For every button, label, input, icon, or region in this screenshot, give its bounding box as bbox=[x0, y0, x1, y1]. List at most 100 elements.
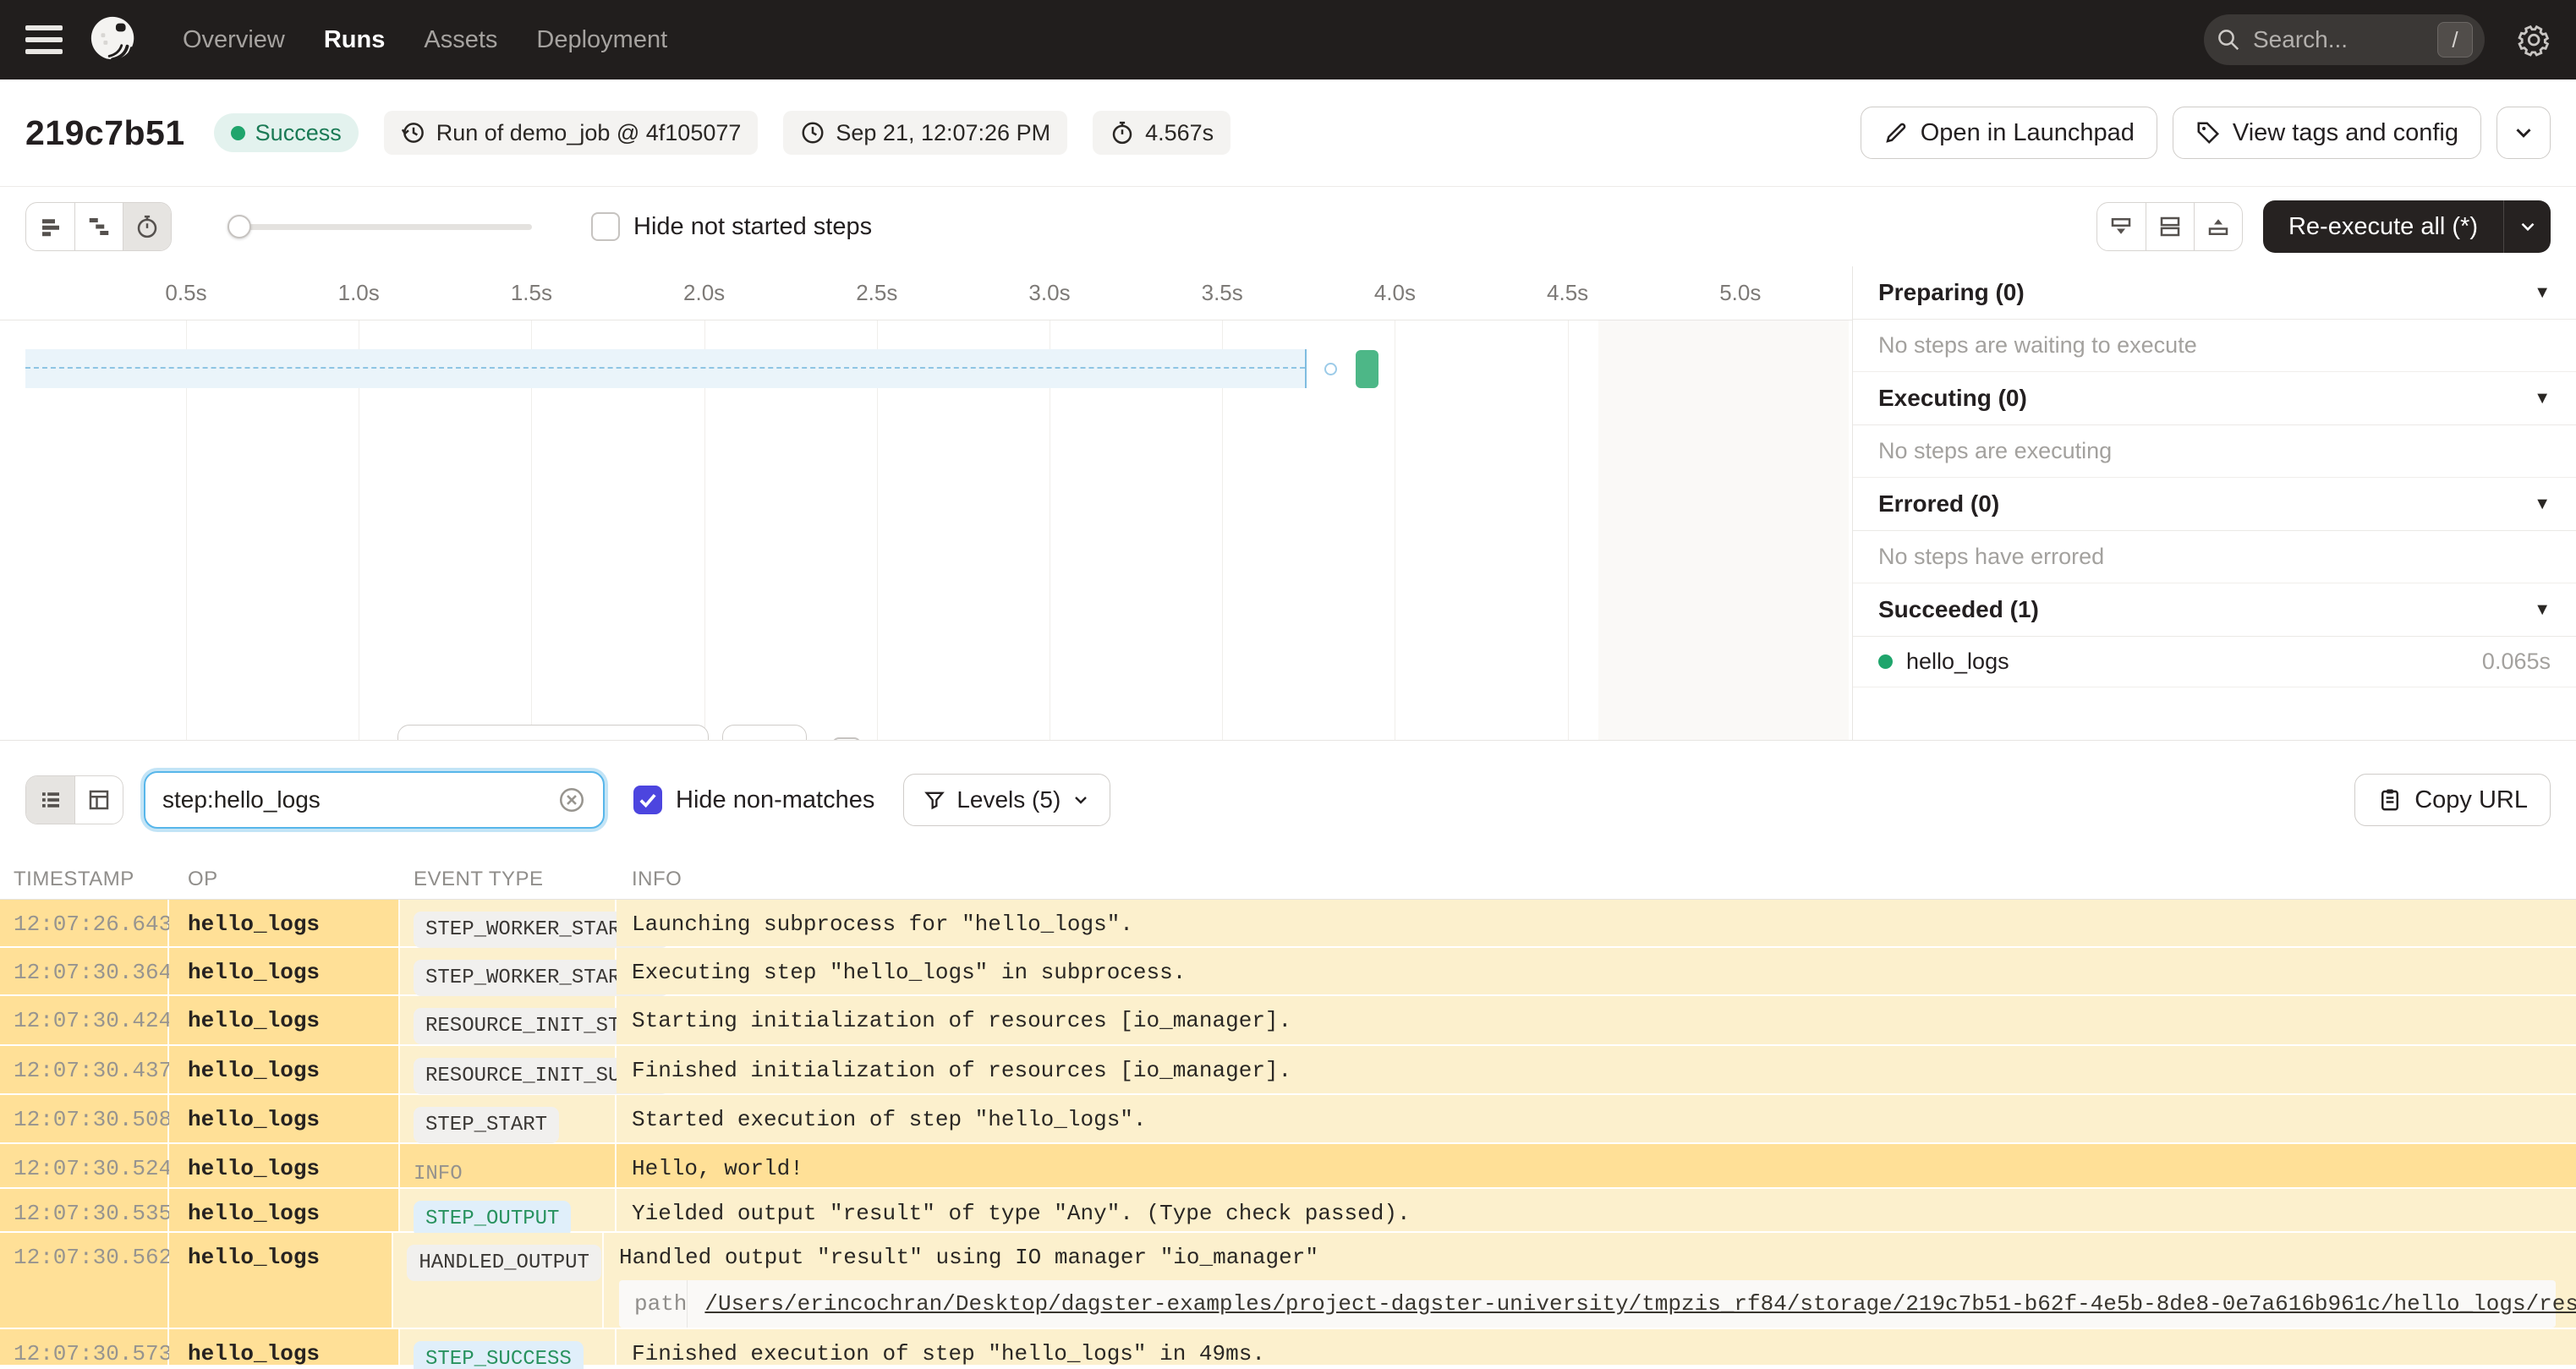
step-subset-input[interactable] bbox=[397, 725, 723, 740]
event-type-chip: STEP_SUCCESS bbox=[414, 1341, 584, 1369]
log-timestamp: 12:07:30.535 bbox=[0, 1189, 172, 1231]
log-row[interactable]: 12:07:30.424 hello_logs RESOURCE_INIT_ST… bbox=[0, 996, 2576, 1046]
axis-tick-label: 1.5s bbox=[510, 280, 552, 305]
column-header: OP bbox=[188, 867, 218, 890]
section-header[interactable]: Succeeded (1) ▼ bbox=[1853, 583, 2576, 637]
log-row[interactable]: 12:07:30.562 hello_logs HANDLED_OUTPUT H… bbox=[0, 1233, 2576, 1329]
menu-icon[interactable] bbox=[25, 25, 63, 54]
axis-tick-label: 0.5s bbox=[165, 280, 207, 305]
search-placeholder: Search... bbox=[2253, 26, 2349, 52]
gantt-waterfall-view-button[interactable] bbox=[74, 203, 123, 250]
log-table-header: TIMESTAMP OP EVENT TYPE INFO bbox=[0, 859, 2576, 900]
gantt-zoom-slider[interactable] bbox=[227, 215, 532, 238]
levels-dropdown-button[interactable]: Levels (5) bbox=[903, 774, 1111, 826]
section-empty-text: No steps are waiting to execute bbox=[1853, 320, 2576, 372]
gantt-plot-area: Hide unselected steps bbox=[0, 320, 1852, 740]
log-event-type: STEP_WORKER_STARTI… bbox=[400, 900, 669, 948]
succeeded-step-row[interactable]: hello_logs 0.065s bbox=[1853, 637, 2576, 687]
path-label: path bbox=[619, 1280, 688, 1328]
log-timestamp: 12:07:26.643 bbox=[0, 900, 172, 946]
log-event-type: STEP_OUTPUT bbox=[400, 1189, 617, 1237]
nav-link-overview[interactable]: Overview bbox=[183, 26, 285, 54]
log-timestamp: 12:07:30.437 bbox=[0, 1046, 172, 1093]
axis-tick-label: 1.0s bbox=[337, 280, 380, 305]
section-title: Succeeded (1) bbox=[1878, 596, 2039, 622]
run-more-actions-button[interactable] bbox=[2497, 107, 2551, 159]
clipboard-icon bbox=[2377, 787, 2403, 813]
gantt-flat-view-button[interactable] bbox=[26, 203, 74, 250]
log-list-view-button[interactable] bbox=[26, 776, 74, 824]
hide-not-started-checkbox[interactable] bbox=[591, 212, 620, 241]
dagster-logo-icon[interactable] bbox=[88, 14, 140, 66]
log-filter-input[interactable] bbox=[144, 771, 605, 829]
graph-query-toggle-button[interactable] bbox=[722, 725, 807, 740]
log-row[interactable]: 12:07:30.508 hello_logs STEP_START Start… bbox=[0, 1095, 2576, 1144]
clear-filter-icon[interactable] bbox=[557, 786, 586, 814]
slider-knob[interactable] bbox=[227, 215, 251, 238]
nav-link-assets[interactable]: Assets bbox=[424, 26, 497, 54]
step-marker-circle[interactable] bbox=[1324, 363, 1337, 375]
axis-tick-label: 2.0s bbox=[683, 280, 726, 305]
open-in-launchpad-button[interactable]: Open in Launchpad bbox=[1860, 107, 2157, 159]
hide-non-matches-checkbox[interactable] bbox=[633, 786, 662, 814]
copy-url-button[interactable]: Copy URL bbox=[2354, 774, 2551, 826]
tag-icon bbox=[2195, 120, 2221, 145]
log-op: hello_logs bbox=[169, 1189, 400, 1231]
step-bar-hello-logs[interactable] bbox=[1356, 350, 1378, 388]
log-row[interactable]: 12:07:30.573 hello_logs STEP_SUCCESS Fin… bbox=[0, 1329, 2576, 1369]
log-row[interactable]: 12:07:30.364 hello_logs STEP_WORKER_STAR… bbox=[0, 948, 2576, 996]
log-row[interactable]: 12:07:26.643 hello_logs STEP_WORKER_STAR… bbox=[0, 900, 2576, 948]
log-op: hello_logs bbox=[169, 948, 400, 994]
event-type-chip: STEP_OUTPUT bbox=[414, 1201, 572, 1237]
gridline bbox=[1567, 320, 1569, 740]
split-panels-button[interactable] bbox=[2145, 203, 2194, 250]
view-tags-config-button[interactable]: View tags and config bbox=[2172, 107, 2481, 159]
log-timestamp: 12:07:30.364 bbox=[0, 948, 172, 994]
run-tag[interactable]: Run of demo_job @ 4f105077 bbox=[383, 111, 759, 155]
log-structured-view-button[interactable] bbox=[74, 776, 123, 824]
collapse-triangle-icon[interactable]: ▼ bbox=[2534, 600, 2551, 620]
reexecute-all-button[interactable]: Re-execute all (*) bbox=[2262, 200, 2551, 253]
run-tag[interactable]: Sep 21, 12:07:26 PM bbox=[783, 111, 1068, 155]
axis-tick-label: 3.0s bbox=[1028, 280, 1071, 305]
path-link[interactable]: /Users/erincochran/Desktop/dagster-examp… bbox=[704, 1291, 2576, 1317]
log-event-type: STEP_START bbox=[400, 1095, 617, 1143]
panel-layout-group bbox=[2096, 202, 2243, 251]
log-event-type: STEP_WORKER_STARTED bbox=[400, 948, 669, 996]
section-header[interactable]: Executing (0) ▼ bbox=[1853, 372, 2576, 425]
log-op: hello_logs bbox=[169, 1046, 400, 1093]
log-timestamp: 12:07:30.524 bbox=[0, 1144, 172, 1187]
expand-top-panel-button[interactable] bbox=[2193, 203, 2242, 250]
log-info: Hello, world! bbox=[617, 1144, 2576, 1187]
section-header[interactable]: Preparing (0) ▼ bbox=[1853, 266, 2576, 320]
reexecute-dropdown-button[interactable] bbox=[2503, 200, 2551, 253]
log-timestamp: 12:07:30.424 bbox=[0, 996, 172, 1044]
expand-bottom-panel-button[interactable] bbox=[2097, 203, 2146, 250]
log-table-rows: 12:07:26.643 hello_logs STEP_WORKER_STAR… bbox=[0, 900, 2576, 1369]
run-id-title: 219c7b51 bbox=[25, 112, 185, 152]
log-toolbar: Hide non-matches Levels (5) Copy URL bbox=[0, 741, 2576, 859]
status-badge: Success bbox=[213, 113, 359, 152]
log-op: hello_logs bbox=[169, 1144, 400, 1187]
settings-gear-icon[interactable] bbox=[2517, 23, 2551, 57]
column-header: TIMESTAMP bbox=[14, 867, 134, 890]
search-input[interactable]: Search... / bbox=[2204, 14, 2485, 65]
collapse-triangle-icon[interactable]: ▼ bbox=[2534, 283, 2551, 303]
collapse-triangle-icon[interactable]: ▼ bbox=[2534, 389, 2551, 408]
log-row[interactable]: 12:07:30.535 hello_logs STEP_OUTPUT Yiel… bbox=[0, 1189, 2576, 1237]
section-header[interactable]: Errored (0) ▼ bbox=[1853, 478, 2576, 531]
step-status-dot bbox=[1878, 654, 1893, 669]
log-info: Yielded output "result" of type "Any". (… bbox=[617, 1189, 2576, 1231]
log-row[interactable]: 12:07:30.437 hello_logs RESOURCE_INIT_SU… bbox=[0, 1046, 2576, 1095]
gantt-timed-view-button[interactable] bbox=[123, 203, 171, 250]
nav-link-deployment[interactable]: Deployment bbox=[536, 26, 667, 54]
clock-icon bbox=[800, 120, 825, 145]
log-info: Finished execution of step "hello_logs" … bbox=[617, 1329, 2576, 1366]
run-tag[interactable]: 4.567s bbox=[1093, 111, 1231, 155]
log-timestamp: 12:07:30.562 bbox=[0, 1233, 172, 1328]
nav-link-runs[interactable]: Runs bbox=[324, 26, 386, 54]
collapse-triangle-icon[interactable]: ▼ bbox=[2534, 495, 2551, 514]
log-row[interactable]: 12:07:30.524 hello_logs INFO Hello, worl… bbox=[0, 1144, 2576, 1189]
log-timestamp: 12:07:30.508 bbox=[0, 1095, 172, 1142]
log-filter-field[interactable] bbox=[162, 786, 557, 813]
